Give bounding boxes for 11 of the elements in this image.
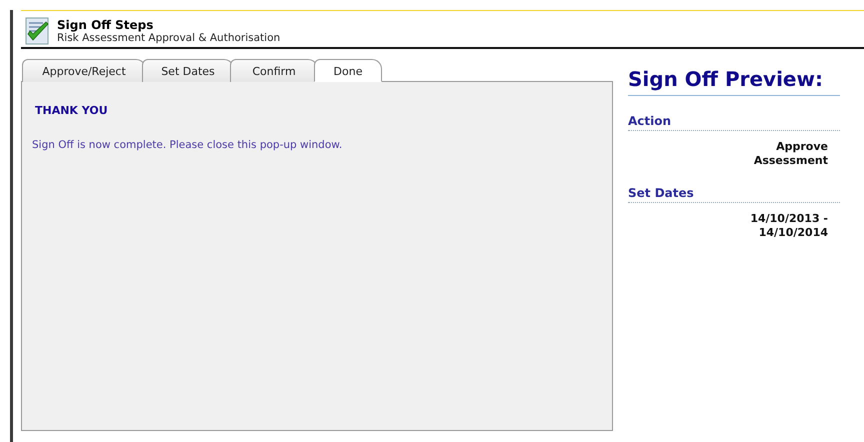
preview-title: Sign Off Preview: xyxy=(628,67,840,96)
section-value: 14/10/2013 - 14/10/2014 xyxy=(749,212,828,240)
tab[interactable]: Done xyxy=(314,59,382,82)
section-value: Approve Assessment xyxy=(752,140,828,168)
checklist-icon xyxy=(25,17,51,45)
panel-heading: THANK YOU xyxy=(35,104,109,117)
section-label: Action xyxy=(628,114,840,131)
window-subtitle: Risk Assessment Approval & Authorisation xyxy=(57,32,280,44)
section-label: Set Dates xyxy=(628,186,840,203)
window-title: Sign Off Steps xyxy=(57,18,154,32)
completion-message: Sign Off is now complete. Please close this pop-up window. xyxy=(32,139,344,151)
